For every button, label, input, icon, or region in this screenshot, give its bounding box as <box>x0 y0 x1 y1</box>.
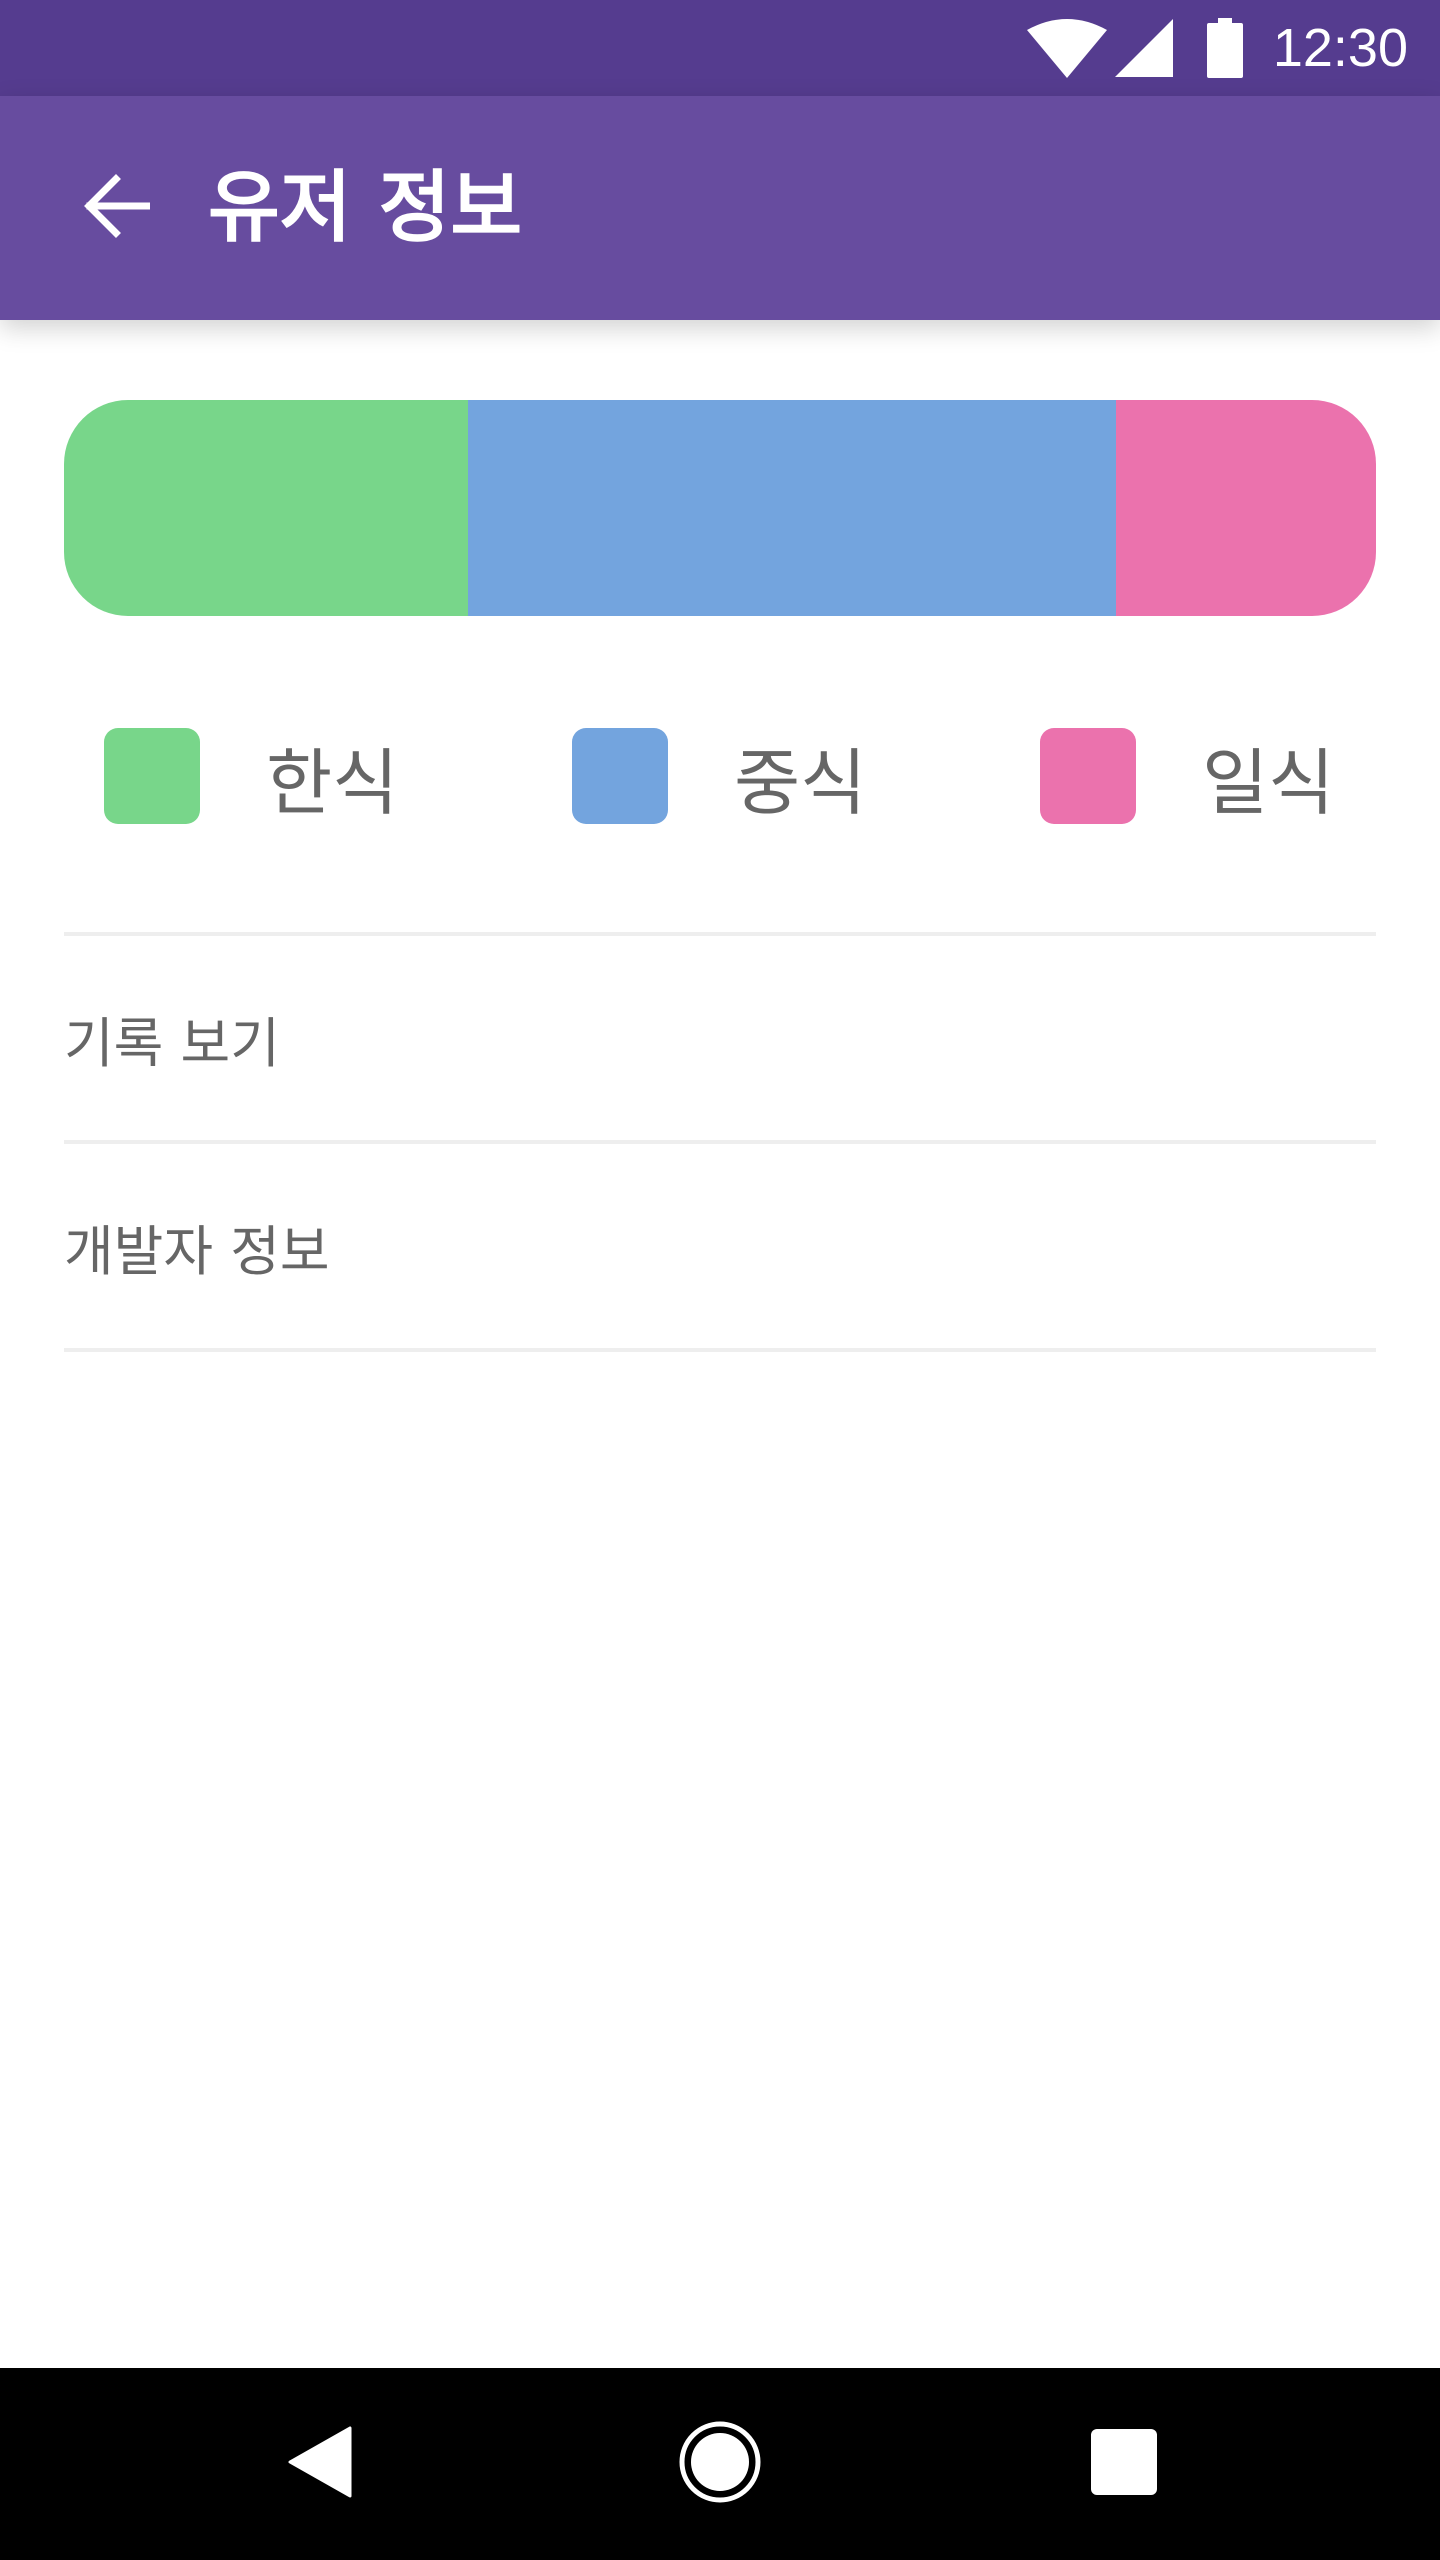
ratio-segment-0 <box>64 400 469 616</box>
legend-item-japanese: 일식 <box>1040 728 1334 825</box>
back-triangle-icon <box>288 2426 352 2502</box>
menu-item-label: 기록 보기 <box>64 1011 280 1075</box>
legend-swatch <box>104 728 200 824</box>
system-nav-bar <box>0 2368 1440 2560</box>
menu-list: 기록 보기 개발자 정보 <box>64 932 1376 1352</box>
legend-item-korean: 한식 <box>104 728 398 825</box>
recents-square-icon <box>1091 2429 1157 2499</box>
menu-item-view-history[interactable]: 기록 보기 <box>64 936 1376 1140</box>
cuisine-ratio-bar <box>64 400 1376 616</box>
menu-item-developer-info[interactable]: 개발자 정보 <box>64 1144 1376 1348</box>
legend-label: 한식 <box>266 740 399 825</box>
page-title: 유저 정보 <box>208 163 523 253</box>
legend-label: 일식 <box>1202 740 1335 825</box>
cuisine-legend: 한식 중식 일식 <box>0 728 1440 825</box>
nav-back-button[interactable] <box>224 2368 416 2560</box>
home-circle-icon <box>678 2420 762 2508</box>
arrow-left-icon <box>82 174 152 242</box>
status-icons: 12:30 <box>1026 0 1408 96</box>
ratio-segment-2 <box>1116 400 1376 616</box>
ratio-segment-1 <box>468 400 1117 616</box>
legend-swatch <box>572 728 668 824</box>
cell-signal-icon <box>1114 19 1173 77</box>
status-bar: 12:30 <box>0 0 1440 96</box>
nav-home-button[interactable] <box>624 2368 816 2560</box>
battery-icon <box>1206 18 1243 78</box>
legend-item-chinese: 중식 <box>572 728 866 825</box>
divider <box>64 1348 1376 1352</box>
app-bar: 유저 정보 <box>0 96 1440 320</box>
status-time: 12:30 <box>1272 18 1408 78</box>
nav-recents-button[interactable] <box>1028 2368 1220 2560</box>
back-button[interactable] <box>58 150 174 266</box>
legend-label: 중식 <box>734 740 867 825</box>
wifi-icon <box>1026 18 1107 78</box>
menu-item-label: 개발자 정보 <box>64 1219 330 1283</box>
legend-swatch <box>1040 728 1136 824</box>
